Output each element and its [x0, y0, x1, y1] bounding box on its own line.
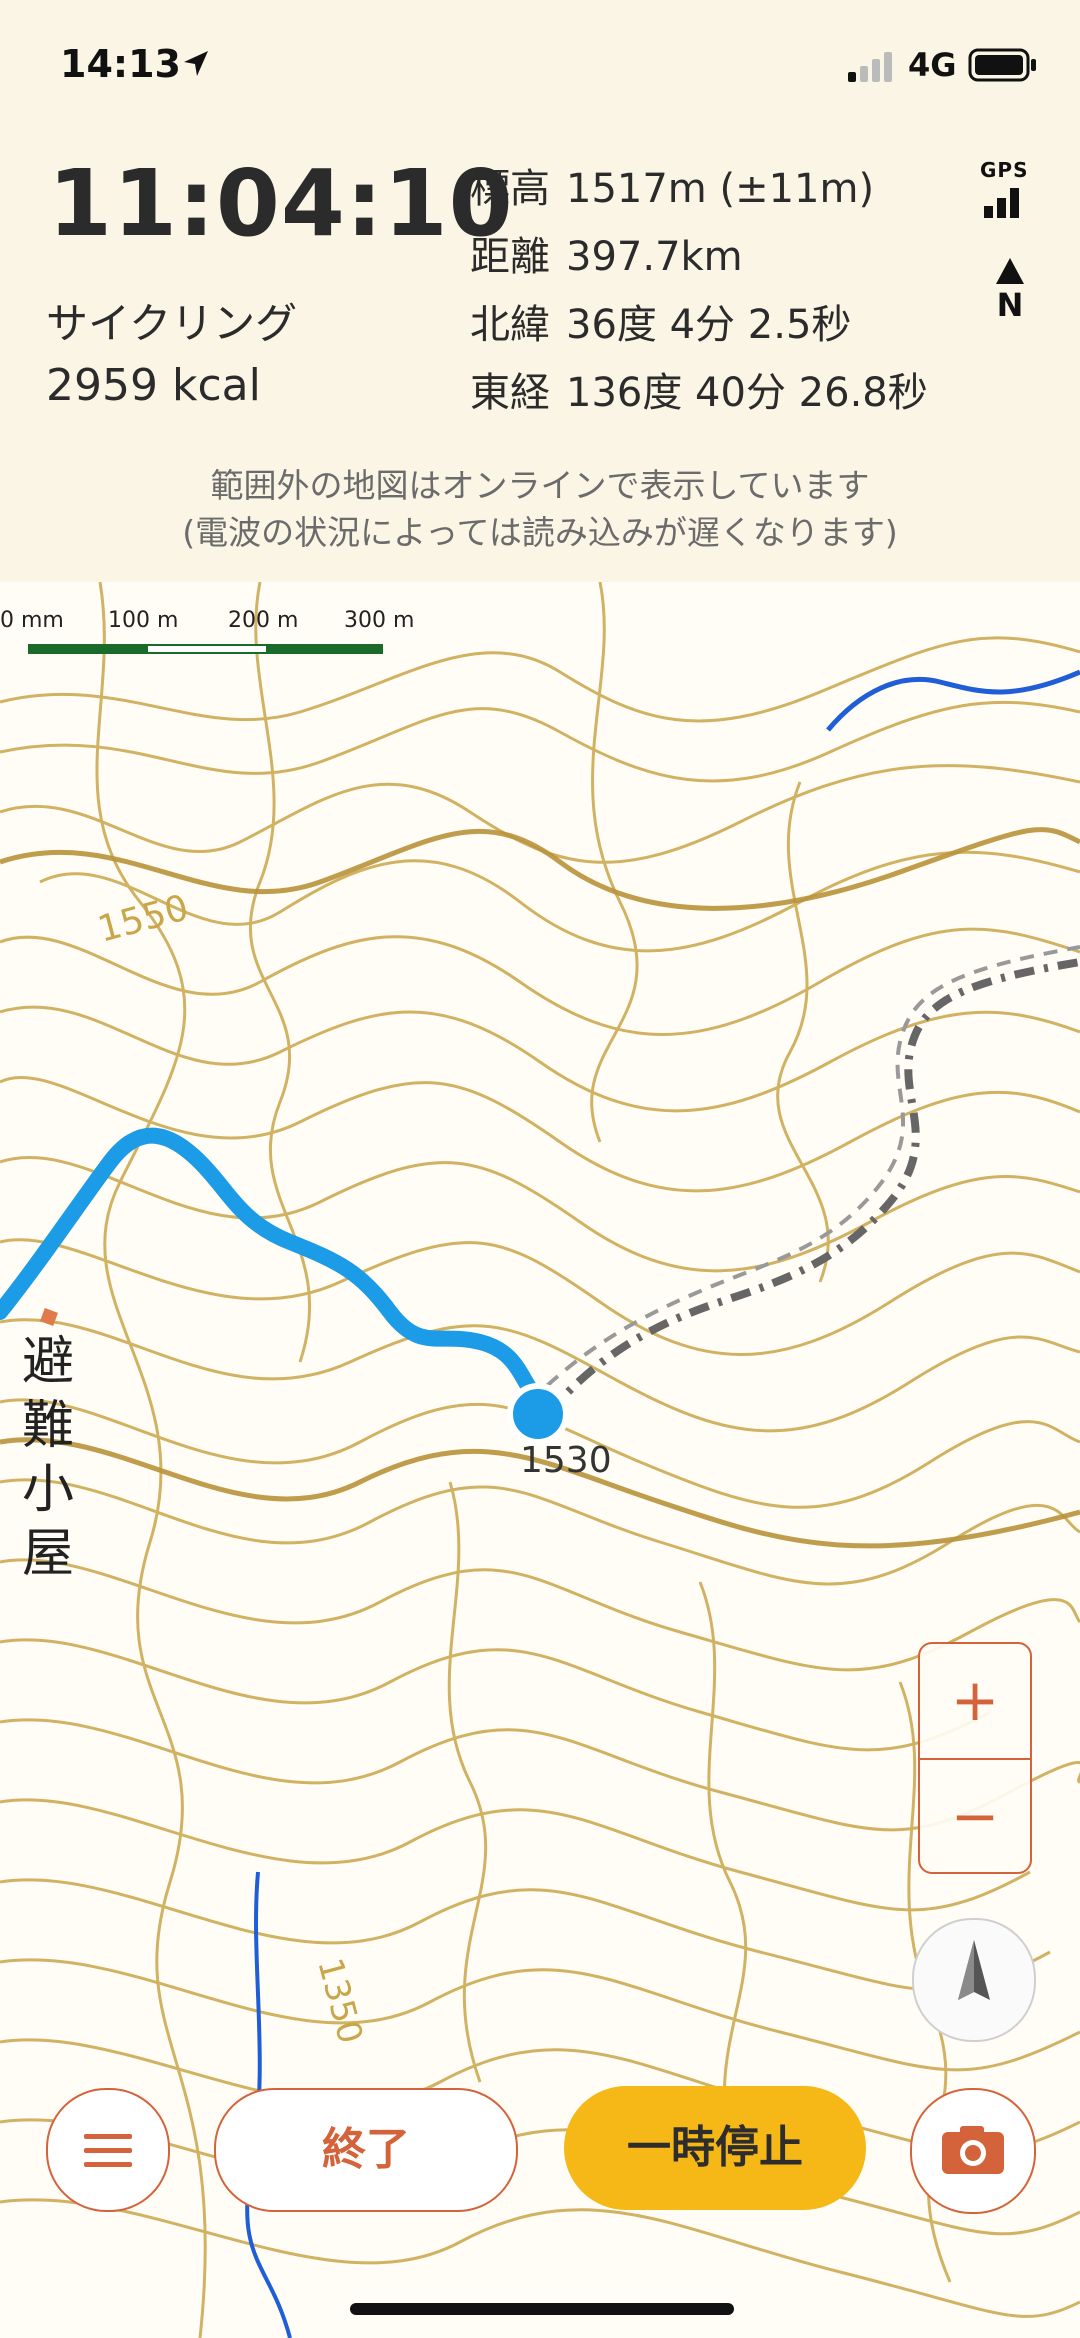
- menu-icon: [84, 2134, 132, 2167]
- signal-icon: [848, 52, 892, 82]
- compass-icon: [958, 1940, 990, 2000]
- contour-label-1530: 1530: [520, 1440, 612, 1481]
- offline-map-notice: 範囲外の地図はオンラインで表示しています (電波の状況によっては読み込みが遅くな…: [182, 466, 898, 552]
- scale-label-300: 300 m: [344, 608, 415, 633]
- network-type: 4G: [908, 46, 957, 84]
- scale-label-0: 0 mm: [0, 608, 64, 633]
- zoom-out-button[interactable]: −: [920, 1760, 1030, 1874]
- zoom-in-button[interactable]: +: [920, 1644, 1030, 1758]
- svg-text:N: N: [997, 286, 1024, 320]
- menu-button[interactable]: [46, 2088, 170, 2212]
- stat-altitude: 標高 1517m (±11m): [470, 166, 875, 212]
- end-button[interactable]: 終了: [214, 2088, 518, 2212]
- status-time: 14:13: [60, 42, 181, 86]
- map-canvas: 1550 1530 1350: [0, 582, 1080, 2338]
- compass-button[interactable]: [912, 1918, 1036, 2042]
- place-name-hut: 避 難 小 屋: [21, 1332, 74, 1584]
- battery-icon: [968, 48, 1036, 82]
- scale-bar: [28, 644, 383, 654]
- stat-distance: 距離 397.7km: [470, 234, 743, 280]
- scale-label-100: 100 m: [108, 608, 179, 633]
- contour-label-1550: 1550: [94, 887, 193, 950]
- gps-signal-icon: [984, 188, 1019, 218]
- zoom-control: + −: [918, 1642, 1032, 1874]
- topo-map[interactable]: 1550 1530 1350: [0, 582, 1080, 2338]
- contour-label-1350: 1350: [309, 1954, 370, 2048]
- scale-label-200: 200 m: [228, 608, 299, 633]
- home-indicator[interactable]: [350, 2303, 734, 2315]
- gps-track: [0, 1127, 548, 1410]
- stat-longitude: 東経 136度 40分 26.8秒: [470, 370, 928, 416]
- camera-icon: [942, 2126, 1004, 2174]
- north-arrow-icon[interactable]: N: [990, 256, 1030, 320]
- current-location-marker: [507, 1383, 569, 1445]
- camera-button[interactable]: [910, 2088, 1036, 2214]
- calories: 2959 kcal: [46, 360, 261, 411]
- location-arrow-icon: [184, 51, 208, 76]
- elapsed-time: 11:04:10: [48, 150, 514, 257]
- tracker-header: 14:13 4G 11:04:10 サイクリング 2959 kcal 標高 151…: [0, 0, 1080, 583]
- stat-latitude: 北緯 36度 4分 2.5秒: [470, 302, 852, 348]
- river-north: [826, 669, 1080, 732]
- activity-type: サイクリング: [46, 299, 298, 348]
- stats-panel: 標高 1517m (±11m) 距離 397.7km 北緯 36度 4分 2.5秒 東…: [470, 155, 928, 427]
- pause-button[interactable]: 一時停止: [564, 2086, 866, 2210]
